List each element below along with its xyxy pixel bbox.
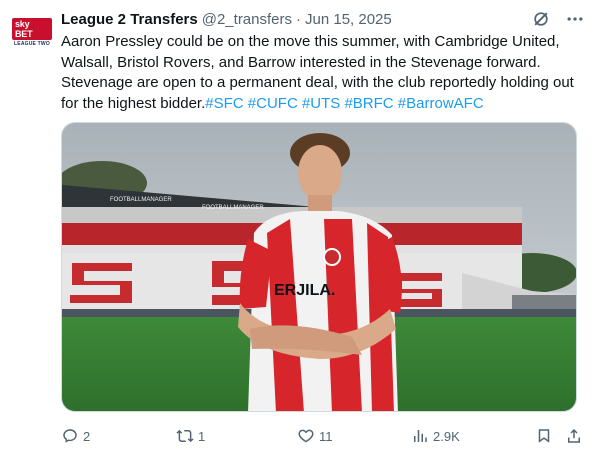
views-chart-icon <box>414 430 427 442</box>
more-dots-icon[interactable] <box>565 9 585 29</box>
bookmark-button[interactable] <box>535 427 565 445</box>
author-name[interactable]: League 2 Transfers <box>61 11 198 28</box>
avatar-brand: sky BET <box>12 17 52 40</box>
repost-count: 1 <box>198 428 206 444</box>
share-button[interactable] <box>565 427 583 445</box>
tweet-header: League 2 Transfers @2_transfers · Jun 15… <box>61 8 585 30</box>
repost-button[interactable]: 1 <box>176 427 297 445</box>
stadium-photo: FOOTBALLMANAGER FOOTBALLMANAGER ERJILA. <box>62 123 576 411</box>
like-count: 11 <box>319 428 333 444</box>
reply-button[interactable]: 2 <box>61 427 176 445</box>
stand-sign: FOOTBALLMANAGER <box>110 197 172 203</box>
heart-icon <box>298 429 314 443</box>
views-count: 2.9K <box>433 428 460 444</box>
views-button[interactable]: 2.9K <box>411 427 535 445</box>
bookmark-icon <box>538 429 550 443</box>
separator: · <box>296 10 301 28</box>
tweet-text: Aaron Pressley could be on the move this… <box>61 32 583 114</box>
author-handle[interactable]: @2_transfers <box>202 11 292 28</box>
tweet-photo[interactable]: FOOTBALLMANAGER FOOTBALLMANAGER ERJILA. <box>61 122 577 412</box>
tweet-hashtags[interactable]: #SFC #CUFC #UTS #BRFC #BarrowAFC <box>205 95 483 112</box>
stand-sign-2: FOOTBALLMANAGER <box>202 205 264 211</box>
reply-count: 2 <box>83 428 91 444</box>
tweet-date[interactable]: Jun 15, 2025 <box>305 11 392 28</box>
shirt-sponsor: ERJILA. <box>274 282 335 299</box>
grok-icon[interactable] <box>531 9 551 29</box>
tweet-actions: 2 1 11 2.9K <box>61 424 583 448</box>
avatar-sub: LEAGUE TWO <box>14 40 50 47</box>
like-button[interactable]: 11 <box>297 427 411 445</box>
repost-icon <box>176 429 194 443</box>
share-icon <box>568 428 580 443</box>
reply-icon <box>63 429 77 443</box>
avatar[interactable]: sky BET LEAGUE TWO <box>12 12 52 52</box>
